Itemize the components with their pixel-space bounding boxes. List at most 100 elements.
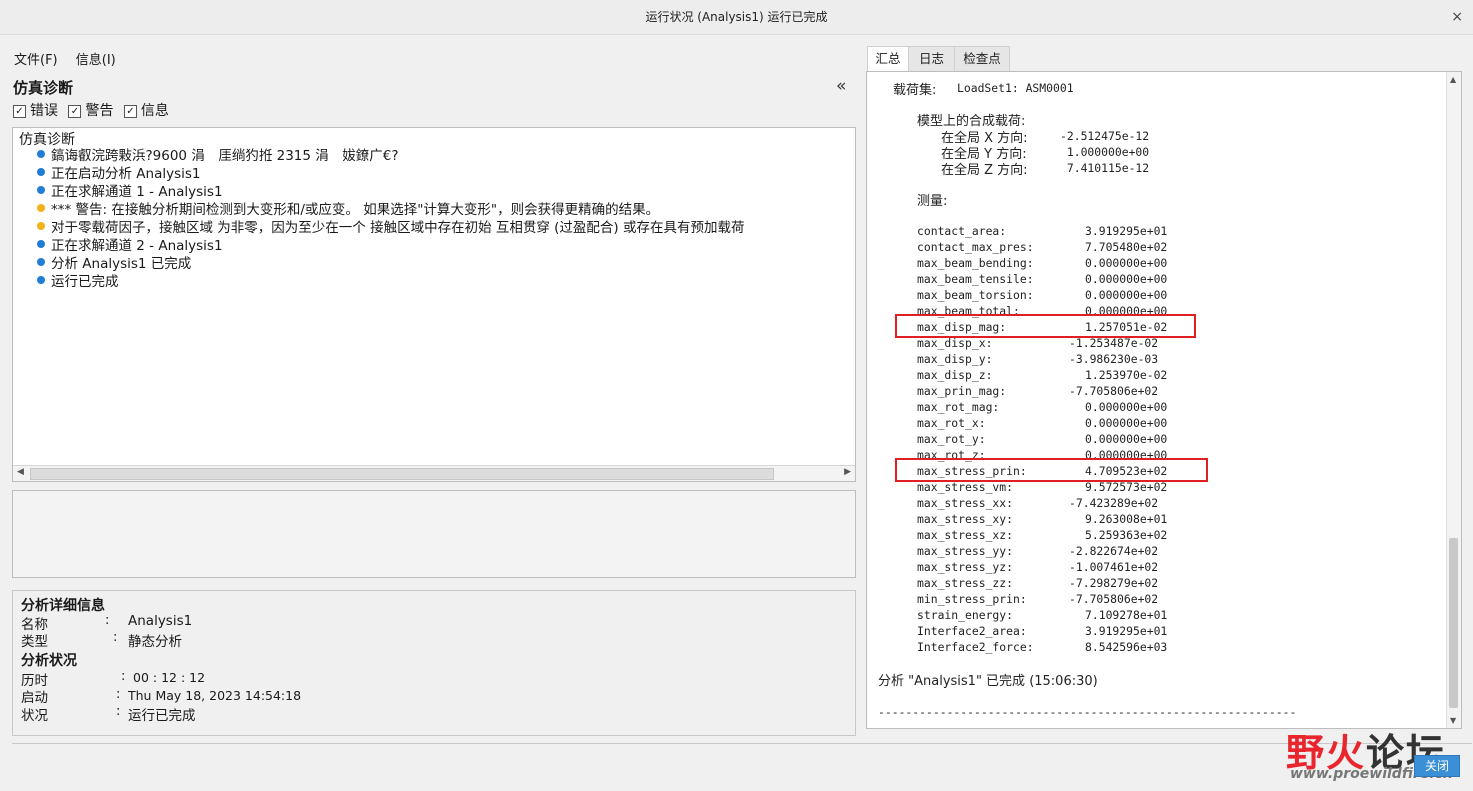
vertical-scrollbar[interactable]: ▲ ▼ — [1446, 72, 1461, 728]
measure-name: max_prin_mag: — [917, 384, 1007, 398]
checkbox-checked-icon[interactable]: ✓ — [13, 104, 26, 118]
measure-value: 8.542596e+03 — [1085, 640, 1168, 654]
info-icon — [37, 168, 45, 176]
measure-name: max_rot_x: — [917, 416, 986, 430]
measure-name: max_beam_bending: — [917, 256, 1034, 270]
details-title: 分析详细信息 — [21, 598, 105, 614]
name-value: Analysis1 — [128, 613, 193, 629]
measure-name: max_stress_xy: — [917, 512, 1014, 526]
message-detail-panel — [12, 490, 856, 578]
measure-name: min_stress_prin: — [917, 592, 1027, 606]
analysis-details-panel: 分析详细信息 名称 : Analysis1 类型 : 静态分析 分析状况 历时 … — [12, 590, 856, 736]
checkbox-checked-icon[interactable]: ✓ — [123, 104, 137, 118]
measure-value: -7.423289e+02 — [1069, 496, 1159, 510]
footer-divider — [12, 743, 1472, 744]
tab-summary[interactable]: 汇总 — [867, 46, 909, 72]
completion-line: 分析 "Analysis1" 已完成 (15:06:30) — [878, 674, 1098, 689]
measure-name: max_beam_tensile: — [917, 272, 1034, 286]
measure-value: 7.109278e+01 — [1085, 608, 1168, 622]
measure-name: max_stress_yy: — [917, 544, 1014, 558]
filter-errors[interactable]: ✓ 错误 — [13, 103, 58, 119]
diagnostic-message[interactable]: 鎬诲叡浣跨敤浜?9600 涓 厓绱犳拰 2315 涓 妭鐐广€? — [37, 147, 745, 165]
collapse-panel-icon[interactable]: « — [836, 76, 846, 96]
measure-value: 0.000000e+00 — [1085, 416, 1168, 430]
scroll-right-icon[interactable]: ▶ — [844, 467, 851, 477]
info-icon — [37, 150, 45, 158]
measure-value: -2.822674e+02 — [1069, 544, 1159, 558]
type-value: 静态分析 — [128, 634, 182, 650]
elapsed-value: 00 : 12 : 12 — [133, 670, 206, 685]
diagnostic-message[interactable]: 正在求解通道 1 - Analysis1 — [37, 183, 745, 201]
scroll-up-icon[interactable]: ▲ — [1450, 75, 1456, 84]
measure-value: 5.259363e+02 — [1085, 528, 1168, 542]
diagnostic-message[interactable]: *** 警告: 在接触分析期间检测到大变形和/或应变。 如果选择"计算大变形"，… — [37, 201, 745, 219]
measure-value: 7.705480e+02 — [1085, 240, 1168, 254]
tab-log[interactable]: 日志 — [908, 46, 955, 71]
info-icon — [37, 276, 45, 284]
measure-name: strain_energy: — [917, 608, 1014, 622]
menu-file[interactable]: 文件(F) — [14, 53, 58, 68]
state-label: 状况 — [21, 708, 48, 724]
colon: : — [116, 704, 121, 719]
resultant-value: 1.000000e+00 — [1060, 145, 1150, 159]
diagnostic-message[interactable]: 对于零载荷因子，接触区域 为非零，因为至少在一个 接触区域中存在初始 互相贯穿 … — [37, 219, 745, 237]
measure-name: contact_max_pres: — [917, 240, 1034, 254]
warning-icon — [37, 222, 45, 230]
scrollbar-thumb[interactable] — [30, 468, 774, 480]
loadset-value: LoadSet1: ASM0001 — [957, 81, 1074, 95]
measure-value: -3.986230e-03 — [1069, 352, 1159, 366]
close-button[interactable]: 关闭 — [1414, 755, 1460, 777]
measure-value: -1.007461e+02 — [1069, 560, 1159, 574]
diagnostics-title: 仿真诊断 — [13, 79, 74, 97]
summary-text-panel[interactable]: ▲ ▼ 载荷集: LoadSet1: ASM0001 模型上的合成载荷: 在全局 X … — [866, 71, 1462, 729]
window-titlebar: 运行状况 (Analysis1) 运行已完成 × — [0, 0, 1473, 35]
tab-checkpoints[interactable]: 检查点 — [954, 46, 1010, 71]
measure-value: -7.705806e+02 — [1069, 384, 1159, 398]
tree-root[interactable]: 仿真诊断 — [19, 129, 75, 149]
scroll-down-icon[interactable]: ▼ — [1450, 716, 1456, 725]
measure-value: -1.253487e-02 — [1069, 336, 1159, 350]
measure-name: max_stress_vm: — [917, 480, 1014, 494]
measure-value: 9.572573e+02 — [1085, 480, 1168, 494]
state-value: 运行已完成 — [128, 708, 196, 724]
diagnostic-message[interactable]: 正在启动分析 Analysis1 — [37, 165, 745, 183]
scrollbar-thumb[interactable] — [1449, 538, 1458, 708]
measure-value: -7.705806e+02 — [1069, 592, 1159, 606]
measure-value: 3.919295e+01 — [1085, 224, 1168, 238]
window-title: 运行状况 (Analysis1) 运行已完成 — [645, 10, 828, 24]
measure-value: 0.000000e+00 — [1085, 256, 1168, 270]
diagnostic-message[interactable]: 分析 Analysis1 已完成 — [37, 255, 745, 273]
diagnostics-list-panel[interactable]: 仿真诊断 鎬诲叡浣跨敤浜?9600 涓 厓绱犳拰 2315 涓 妭鐐广€? 正在启… — [12, 127, 856, 482]
filter-warnings[interactable]: ✓ 警告 — [68, 103, 113, 119]
measure-name: max_disp_z: — [917, 368, 993, 382]
measure-name: max_disp_x: — [917, 336, 993, 350]
measures-title: 测量: — [917, 194, 948, 209]
measure-value: 0.000000e+00 — [1085, 288, 1168, 302]
measure-name: max_rot_y: — [917, 432, 986, 446]
measure-value: -7.298279e+02 — [1069, 576, 1159, 590]
diagnostic-message[interactable]: 正在求解通道 2 - Analysis1 — [37, 237, 745, 255]
colon: : — [121, 669, 126, 684]
measure-value: 3.919295e+01 — [1085, 624, 1168, 638]
resultant-label: 在全局 Z 方向: — [941, 163, 1028, 178]
colon: : — [116, 687, 121, 702]
resultant-value: 7.410115e-12 — [1060, 161, 1150, 175]
filter-info[interactable]: ✓ 信息 — [123, 103, 169, 119]
menu-bar: 文件(F) 信息(I) — [14, 49, 130, 69]
diagnostic-message[interactable]: 运行已完成 — [37, 273, 745, 291]
info-icon — [37, 258, 45, 266]
checkbox-checked-icon[interactable]: ✓ — [68, 104, 82, 118]
loadset-label: 载荷集: — [893, 83, 937, 98]
measure-name: max_stress_xx: — [917, 496, 1014, 510]
horizontal-scrollbar[interactable]: ◀ ▶ — [13, 465, 855, 481]
scroll-left-icon[interactable]: ◀ — [17, 467, 24, 477]
measure-name: max_disp_y: — [917, 352, 993, 366]
measure-name: max_stress_yz: — [917, 560, 1014, 574]
measure-name: max_rot_mag: — [917, 400, 1000, 414]
measure-value: 1.253970e-02 — [1085, 368, 1168, 382]
close-icon[interactable]: × — [1451, 0, 1463, 34]
menu-info[interactable]: 信息(I) — [76, 53, 116, 68]
resultant-value: -2.512475e-12 — [1060, 129, 1150, 143]
measure-name: max_stress_xz: — [917, 528, 1014, 542]
start-label: 启动 — [21, 690, 48, 706]
